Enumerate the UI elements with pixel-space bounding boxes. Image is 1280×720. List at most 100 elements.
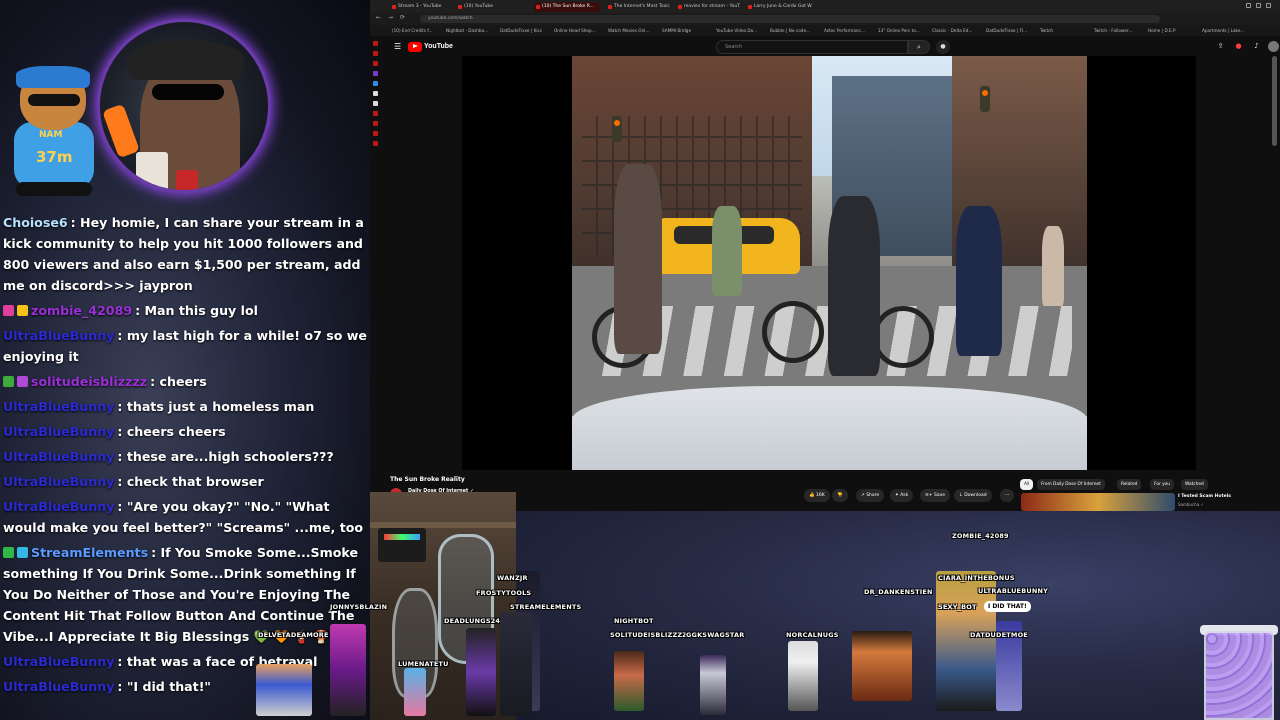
tab-favicon-icon [392, 5, 396, 9]
sidebar-app-icon[interactable] [373, 71, 378, 76]
filter-chip[interactable]: Related [1117, 479, 1142, 490]
bookmark-link[interactable]: (10) End Credits f... [392, 26, 432, 35]
stream-avatars-area: I DID THAT! [516, 511, 1280, 720]
sidebar-app-icon[interactable] [373, 91, 378, 96]
bear-mascot: NAM 37m [6, 66, 102, 200]
search-icon[interactable]: ⌕ [908, 40, 930, 54]
chat-username: UltraBlueBunny [3, 424, 115, 439]
video-action-button[interactable]: ··· [1000, 489, 1015, 502]
mascot-shirt-text: NAM [39, 130, 63, 140]
browser-tab[interactable]: movies for stream - YouT... [676, 2, 740, 12]
forward-icon[interactable]: → [388, 14, 393, 21]
bookmark-link[interactable]: Twitch [1040, 26, 1053, 35]
bookmark-link[interactable]: Bubble | No-code... [770, 26, 810, 35]
bookmark-link[interactable]: DatDudeTrxxe | Fl... [986, 26, 1027, 35]
sidebar-app-icon[interactable] [373, 101, 378, 106]
notifications-icon[interactable]: ● [1234, 42, 1243, 51]
recommended-thumbnail[interactable] [1021, 493, 1175, 511]
sidebar-app-icon[interactable] [373, 81, 378, 86]
avatar-sprite [936, 571, 996, 711]
page-scrollbar[interactable] [1272, 56, 1277, 146]
bookmark-link[interactable]: Online Head Shop... [554, 26, 596, 35]
bookmark-link[interactable]: Watch Movies Onl... [608, 26, 649, 35]
bookmark-link[interactable]: Aztec Performanc... [824, 26, 865, 35]
youtube-logo[interactable]: YouTube [408, 41, 453, 52]
bookmark-link[interactable]: 13" Online Perc to... [878, 26, 920, 35]
avatar-sprite [852, 631, 912, 701]
chat-text: : Man this guy lol [135, 303, 258, 318]
avatar-sprite [404, 668, 426, 716]
microphone-icon[interactable]: ● [936, 40, 950, 54]
bell-icon[interactable]: ♪ [1252, 42, 1261, 51]
video-action-button[interactable]: ↗ Share [856, 489, 885, 502]
tab-label: The Internet's Most Toxic... [614, 4, 670, 9]
tab-favicon-icon [678, 5, 682, 9]
sidebar-app-icon[interactable] [373, 51, 378, 56]
browser-tab[interactable]: The Internet's Most Toxic... [606, 2, 670, 12]
sidebar-app-icon[interactable] [373, 41, 378, 46]
tab-label: (10) YouTube [464, 4, 493, 9]
bookmark-link[interactable]: Nightbot - Dashbo... [446, 26, 488, 35]
browser-tab[interactable]: Larry June & Cardo Got W... [746, 2, 812, 12]
chat-message: zombie_42089: Man this guy lol [3, 300, 369, 325]
video-action-button[interactable]: ↓ Download [954, 489, 992, 502]
filter-chip[interactable]: All [1020, 479, 1034, 490]
chat-username: zombie_42089 [31, 303, 133, 318]
browser-tab[interactable]: Stream 3 - YouTube [390, 2, 450, 12]
chat-username: solitudeisblizzzz [31, 374, 148, 389]
bookmark-link[interactable]: YouTube Video Do... [716, 26, 757, 35]
filter-chip[interactable]: Watched [1181, 479, 1208, 490]
youtube-play-icon [408, 41, 422, 52]
back-icon[interactable]: ← [376, 14, 381, 21]
chat-message: UltraBlueBunny: "I did that!" [3, 676, 369, 701]
chat-badge-icon [17, 547, 28, 558]
chat-message: UltraBlueBunny: thats just a homeless ma… [3, 396, 369, 421]
sidebar-app-icon[interactable] [373, 131, 378, 136]
reload-icon[interactable]: ⟳ [400, 14, 405, 21]
search-input[interactable]: Search [716, 40, 908, 54]
tab-label: Stream 3 - YouTube [398, 4, 442, 9]
bookmark-link[interactable]: Home | D.E.P [1148, 26, 1176, 35]
video-player[interactable]: jaimeamoure [462, 56, 1196, 470]
sidebar-app-icon[interactable] [373, 121, 378, 126]
chat-message: UltraBlueBunny: "Are you okay?" "No." "W… [3, 496, 369, 542]
chat-text: : check that browser [117, 474, 264, 489]
avatar-sprite [788, 641, 818, 711]
bookmark-link[interactable]: Twitch - Follower... [1094, 26, 1132, 35]
filter-chip[interactable]: From Daily Dose Of Internet [1037, 479, 1105, 490]
video-action-button[interactable]: 👎 [832, 489, 848, 502]
chat-badge-icon [17, 376, 28, 387]
tab-strip: Stream 3 - YouTube (10) YouTube (10) The S… [370, 0, 1280, 13]
chat-message: StreamElements: If You Smoke Some...Smok… [3, 542, 369, 651]
video-action-button[interactable]: ✦ Ask [890, 489, 914, 502]
video-frame [572, 56, 1087, 470]
url-field[interactable]: youtube.com/watch [420, 15, 1160, 23]
minimize-icon[interactable] [1246, 3, 1251, 8]
bookmark-link[interactable]: SAMMI Bridge [662, 26, 691, 35]
chat-username: UltraBlueBunny [3, 654, 115, 669]
recommended-title[interactable]: I Tested Scam Hotels [1178, 494, 1231, 499]
chat-message: solitudeisblizzzz: cheers [3, 371, 369, 396]
browser-tab[interactable]: (10) YouTube [456, 2, 526, 12]
bookmark-link[interactable]: Apartments | Lake... [1202, 26, 1244, 35]
upload-icon[interactable]: ⇪ [1216, 42, 1225, 51]
video-title: The Sun Broke Reality [390, 476, 465, 483]
hamburger-menu-icon[interactable]: ☰ [394, 42, 401, 51]
stream-overlay-left: NAM 37m Choiose6: Hey homie, I can share… [0, 0, 370, 720]
browser-tab[interactable]: (10) The Sun Broke R... [534, 2, 600, 12]
bookmark-link[interactable]: Classic - Delta Ed... [932, 26, 972, 35]
chat-username: Choiose6 [3, 215, 68, 230]
close-icon[interactable] [1266, 3, 1271, 8]
bookmark-link[interactable]: DatDudeTrxxe | Kics [500, 26, 542, 35]
sidebar-app-icon[interactable] [373, 141, 378, 146]
chat-badge-icon [17, 305, 28, 316]
chat-username: StreamElements [31, 545, 149, 560]
sidebar-app-icon[interactable] [373, 111, 378, 116]
maximize-icon[interactable] [1256, 3, 1261, 8]
video-action-button[interactable]: ≡+ Save [920, 489, 951, 502]
sidebar-app-icon[interactable] [373, 61, 378, 66]
account-avatar[interactable] [1268, 41, 1279, 52]
video-action-button[interactable]: 👍 16K [804, 489, 830, 502]
filter-chip[interactable]: For you [1150, 479, 1174, 490]
tab-label: movies for stream - YouT... [684, 4, 740, 9]
